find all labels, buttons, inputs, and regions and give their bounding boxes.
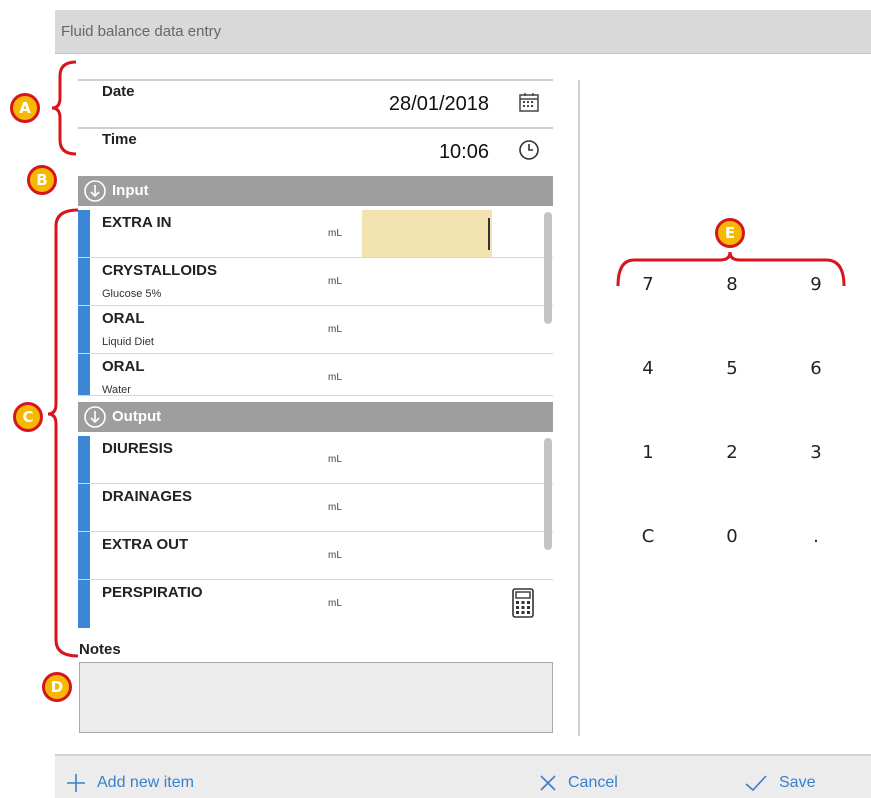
time-field[interactable]: Time 10:06 bbox=[78, 127, 553, 175]
list-item[interactable]: EXTRA OUT mL bbox=[78, 532, 553, 580]
add-new-item-button[interactable]: Add new item bbox=[65, 770, 194, 796]
callout-badge-d: D bbox=[42, 672, 72, 702]
item-name: EXTRA IN bbox=[102, 214, 172, 231]
window-title: Fluid balance data entry bbox=[61, 23, 222, 40]
callout-badge-c: C bbox=[13, 402, 43, 432]
text-cursor bbox=[488, 218, 490, 250]
panel-divider bbox=[578, 80, 580, 736]
diuresis-value-input[interactable] bbox=[362, 436, 492, 483]
item-name: EXTRA OUT bbox=[102, 536, 189, 553]
notes-label: Notes bbox=[79, 641, 121, 658]
drainages-value-input[interactable] bbox=[362, 484, 492, 531]
item-unit: mL bbox=[328, 502, 342, 513]
time-value[interactable]: 10:06 bbox=[439, 141, 489, 164]
callout-bracket-a bbox=[51, 60, 77, 156]
list-item[interactable]: DRAINAGES mL bbox=[78, 484, 553, 532]
item-unit: mL bbox=[328, 228, 342, 239]
close-icon bbox=[540, 775, 556, 791]
save-label: Save bbox=[779, 774, 816, 791]
item-name: DRAINAGES bbox=[102, 488, 193, 505]
item-subtitle: Liquid Diet bbox=[102, 336, 154, 348]
keypad-key-4[interactable]: 4 bbox=[618, 344, 678, 392]
perspiration-value-input[interactable] bbox=[362, 580, 492, 627]
clock-icon[interactable] bbox=[517, 138, 541, 162]
keypad-key-0[interactable]: 0 bbox=[702, 512, 762, 560]
action-bar: Add new item Cancel Save bbox=[55, 754, 871, 798]
checkmark-icon bbox=[745, 775, 767, 792]
keypad-key-3[interactable]: 3 bbox=[786, 428, 846, 476]
item-unit: mL bbox=[328, 454, 342, 465]
output-list: DIURESIS mL DRAINAGES mL EXTRA OUT mL PE… bbox=[78, 436, 553, 628]
callout-badge-b: B bbox=[27, 165, 57, 195]
input-section-header: Input bbox=[78, 176, 553, 206]
item-name: PERSPIRATIO bbox=[102, 584, 203, 601]
output-section-header: Output bbox=[78, 402, 553, 432]
keypad-key-2[interactable]: 2 bbox=[702, 428, 762, 476]
output-scrollbar[interactable] bbox=[544, 438, 552, 550]
list-item[interactable]: ORAL Water mL bbox=[78, 354, 553, 396]
oral-water-value-input[interactable] bbox=[362, 354, 492, 395]
add-new-item-label: Add new item bbox=[97, 774, 194, 791]
item-unit: mL bbox=[328, 372, 342, 383]
cancel-button[interactable]: Cancel bbox=[538, 770, 618, 796]
callout-bracket-e bbox=[616, 251, 846, 287]
item-unit: mL bbox=[328, 324, 342, 335]
arrow-down-circle-icon bbox=[84, 180, 106, 202]
item-subtitle: Water bbox=[102, 384, 131, 396]
list-item[interactable]: ORAL Liquid Diet mL bbox=[78, 306, 553, 354]
calculator-icon[interactable] bbox=[512, 588, 534, 618]
keypad-key-6[interactable]: 6 bbox=[786, 344, 846, 392]
numeric-keypad: 7 8 9 4 5 6 1 2 3 C 0 . bbox=[606, 260, 858, 596]
time-label: Time bbox=[102, 131, 137, 148]
input-list: EXTRA IN mL CRYSTALLOIDS Glucose 5% mL O… bbox=[78, 210, 553, 396]
input-scrollbar[interactable] bbox=[544, 212, 552, 324]
output-section-title: Output bbox=[112, 408, 162, 425]
item-name: CRYSTALLOIDS bbox=[102, 262, 217, 279]
item-subtitle: Glucose 5% bbox=[102, 288, 162, 300]
date-value[interactable]: 28/01/2018 bbox=[389, 93, 489, 116]
cancel-label: Cancel bbox=[568, 774, 618, 791]
input-section-title: Input bbox=[112, 182, 149, 199]
callout-bracket-c bbox=[47, 208, 79, 658]
keypad-key-5[interactable]: 5 bbox=[702, 344, 762, 392]
notes-input[interactable] bbox=[79, 662, 553, 733]
keypad-key-decimal[interactable]: . bbox=[786, 512, 846, 560]
list-item[interactable]: DIURESIS mL bbox=[78, 436, 553, 484]
keypad-key-clear[interactable]: C bbox=[618, 512, 678, 560]
callout-badge-e: E bbox=[715, 218, 745, 248]
list-item[interactable]: CRYSTALLOIDS Glucose 5% mL bbox=[78, 258, 553, 306]
extra-out-value-input[interactable] bbox=[362, 532, 492, 579]
item-unit: mL bbox=[328, 276, 342, 287]
save-button[interactable]: Save bbox=[743, 770, 815, 796]
list-item[interactable]: EXTRA IN mL bbox=[78, 210, 553, 258]
item-name: DIURESIS bbox=[102, 440, 173, 457]
oral-liquid-value-input[interactable] bbox=[362, 306, 492, 353]
arrow-down-circle-icon bbox=[84, 406, 106, 428]
extra-in-value-input[interactable] bbox=[362, 210, 492, 257]
calendar-icon[interactable] bbox=[517, 90, 541, 114]
list-item[interactable]: PERSPIRATIO mL bbox=[78, 580, 553, 628]
item-unit: mL bbox=[328, 550, 342, 561]
date-label: Date bbox=[102, 83, 135, 100]
date-field[interactable]: Date 28/01/2018 bbox=[78, 79, 553, 127]
item-unit: mL bbox=[328, 598, 342, 609]
keypad-key-1[interactable]: 1 bbox=[618, 428, 678, 476]
window-titlebar: Fluid balance data entry bbox=[55, 10, 871, 54]
item-name: ORAL bbox=[102, 310, 145, 327]
plus-icon bbox=[67, 774, 85, 792]
crystalloids-value-input[interactable] bbox=[362, 258, 492, 305]
callout-badge-a: A bbox=[10, 93, 40, 123]
item-name: ORAL bbox=[102, 358, 145, 375]
